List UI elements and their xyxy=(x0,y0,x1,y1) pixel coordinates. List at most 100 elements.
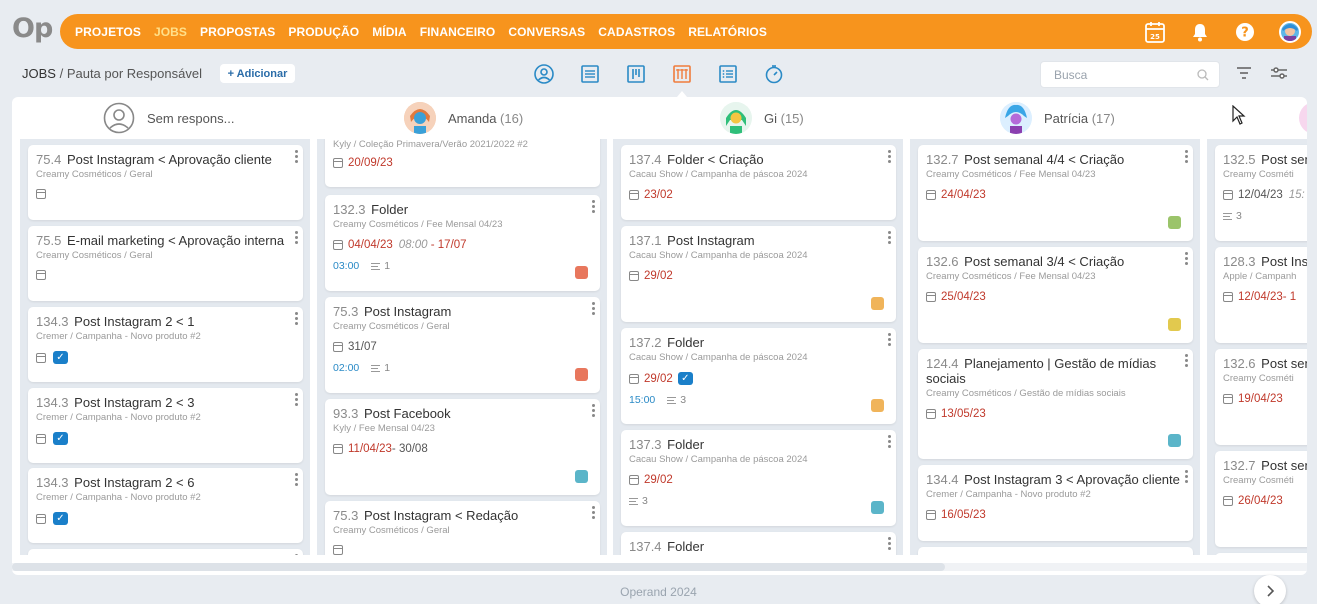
more-options-icon[interactable] xyxy=(295,150,298,165)
more-options-icon[interactable] xyxy=(888,435,891,450)
user-avatar[interactable] xyxy=(1278,20,1302,44)
job-title: E-mail marketing < Aprovação interna xyxy=(66,233,285,248)
job-card[interactable]: 137.2 Folder Cacau Show / Campanha de pá… xyxy=(621,328,896,424)
calendar-icon[interactable]: 25 xyxy=(1143,20,1167,44)
scrollbar-thumb[interactable] xyxy=(12,563,945,571)
timer-view-icon[interactable] xyxy=(763,63,785,85)
more-options-icon[interactable] xyxy=(592,200,595,215)
checklist-count: 3 xyxy=(680,394,687,406)
more-options-icon[interactable] xyxy=(295,393,298,408)
nav-item-financeiro[interactable]: FINANCEIRO xyxy=(420,25,496,39)
check-icon[interactable]: ✓ xyxy=(53,351,68,364)
column-header-patricia[interactable]: Patrícia (17) xyxy=(1000,97,1115,139)
check-icon[interactable]: ✓ xyxy=(53,512,68,525)
job-number: 137.4 xyxy=(629,152,662,167)
job-card[interactable]: 132.7 Post sem Creamy Cosméti 26/04/23 xyxy=(1215,451,1307,547)
job-card[interactable]: 75.3 Post Instagram < Redação Creamy Cos… xyxy=(325,501,600,555)
more-options-icon[interactable] xyxy=(592,404,595,419)
calendar-icon xyxy=(926,190,936,200)
job-card[interactable]: 134.3 Post Instagram 2 < 3 Cremer / Camp… xyxy=(28,388,303,463)
more-options-icon[interactable] xyxy=(1185,470,1188,485)
job-card[interactable]: 124.4 Planejamento | Gestão de mídias so… xyxy=(918,349,1193,459)
nav-item-midia[interactable]: MÍDIA xyxy=(372,25,407,39)
check-icon[interactable]: ✓ xyxy=(677,372,693,385)
mouse-cursor-icon xyxy=(1232,104,1246,130)
job-card[interactable] xyxy=(28,549,303,555)
more-options-icon[interactable] xyxy=(295,312,298,327)
checklist-view-icon[interactable] xyxy=(717,63,739,85)
columns-view-icon[interactable] xyxy=(671,63,693,97)
column-header-amanda[interactable]: Amanda (16) xyxy=(404,97,523,139)
nav-item-cadastros[interactable]: CADASTROS xyxy=(598,25,675,39)
person-view-icon[interactable] xyxy=(533,63,555,85)
help-icon[interactable]: ? xyxy=(1233,20,1257,44)
breadcrumb-root[interactable]: JOBS xyxy=(22,66,56,81)
job-card[interactable]: 132.3 Folder Creamy Cosméticos / Fee Men… xyxy=(325,195,600,291)
list-view-icon[interactable] xyxy=(579,63,601,85)
job-client: Cremer / Campanha - Novo produto #2 xyxy=(36,412,201,423)
more-options-icon[interactable] xyxy=(1185,252,1188,267)
more-options-icon[interactable] xyxy=(1185,354,1188,369)
nav-item-conversas[interactable]: CONVERSAS xyxy=(508,25,585,39)
job-number: 134.3 xyxy=(36,395,69,410)
job-card[interactable]: 137.4 Folder < Criação Cacau Show / Camp… xyxy=(621,145,896,220)
nav-item-jobs[interactable]: JOBS xyxy=(154,25,187,39)
check-icon[interactable]: ✓ xyxy=(53,432,68,445)
job-card[interactable]: 134.3 Post Instagram 2 < 6 Cremer / Camp… xyxy=(28,468,303,543)
calendar-icon xyxy=(36,270,46,280)
filter-icon[interactable] xyxy=(1236,66,1252,85)
more-options-icon[interactable] xyxy=(888,231,891,246)
job-card[interactable]: 132.7 Post semanal 4/4 < Criação Creamy … xyxy=(918,145,1193,241)
more-options-icon[interactable] xyxy=(888,150,891,165)
app-logo[interactable]: Op xyxy=(12,13,53,44)
start-date: 11/04/23 xyxy=(348,443,392,455)
job-card[interactable]: 132.6 Post semanal 3/4 < Criação Creamy … xyxy=(918,247,1193,343)
job-card[interactable] xyxy=(918,547,1193,555)
job-card[interactable]: 132.5 Post sem Creamy Cosméti 12/04/23 15… xyxy=(1215,145,1307,241)
more-options-icon[interactable] xyxy=(295,473,298,488)
board-view-icon[interactable] xyxy=(625,63,647,85)
horizontal-scrollbar[interactable] xyxy=(12,563,1307,571)
more-options-icon[interactable] xyxy=(295,231,298,246)
job-card[interactable] xyxy=(1215,553,1307,555)
job-card[interactable]: 75.4 Post Instagram < Aprovação cliente … xyxy=(28,145,303,220)
due-date: 16/05/23 xyxy=(941,509,986,521)
scroll-next-button[interactable] xyxy=(1254,575,1286,604)
due-date: 25/04/23 xyxy=(941,291,986,303)
job-card[interactable]: 132.6 Post sem Creamy Cosméti 19/04/23 xyxy=(1215,349,1307,445)
nav-item-projetos[interactable]: PROJETOS xyxy=(75,25,141,39)
nav-item-propostas[interactable]: PROPOSTAS xyxy=(200,25,275,39)
more-options-icon[interactable] xyxy=(888,333,891,348)
nav-item-relatorios[interactable]: RELATÓRIOS xyxy=(688,25,767,39)
column-header-gi[interactable]: Gi (15) xyxy=(720,97,804,139)
job-card[interactable]: 137.3 Folder Cacau Show / Campanha de pá… xyxy=(621,430,896,526)
job-card[interactable]: 93.3 Post Facebook Kyly / Fee Mensal 04/… xyxy=(325,399,600,495)
column-header-next[interactable] xyxy=(1299,97,1307,139)
search-input[interactable]: Busca xyxy=(1040,61,1220,88)
job-card[interactable]: 134.4 Post Instagram 3 < Aprovação clien… xyxy=(918,465,1193,541)
priority-tag xyxy=(1168,434,1181,447)
job-card[interactable]: 134.3 Post Instagram 2 < 1 Cremer / Camp… xyxy=(28,307,303,382)
job-card[interactable]: 137.1 Post Instagram Cacau Show / Campan… xyxy=(621,226,896,322)
more-options-icon[interactable] xyxy=(1185,150,1188,165)
calendar-icon xyxy=(36,352,46,363)
job-card[interactable]: Kyly / Coleção Primavera/Verão 2021/2022… xyxy=(325,139,600,187)
nav-item-producao[interactable]: PRODUÇÃO xyxy=(288,25,359,39)
job-card[interactable]: 75.3 Post Instagram Creamy Cosméticos / … xyxy=(325,297,600,393)
checklist-count: 1 xyxy=(384,362,391,374)
search-icon[interactable] xyxy=(1197,69,1209,84)
job-card[interactable]: 75.5 E-mail marketing < Aprovação intern… xyxy=(28,226,303,301)
more-options-icon[interactable] xyxy=(592,302,595,317)
due-date: 29/02 xyxy=(644,474,673,486)
sliders-icon[interactable] xyxy=(1270,66,1288,85)
more-options-icon[interactable] xyxy=(888,537,891,552)
add-button[interactable]: + Adicionar xyxy=(220,64,295,83)
more-options-icon[interactable] xyxy=(295,554,298,555)
column-name: Patrícia xyxy=(1044,110,1089,126)
bell-icon[interactable] xyxy=(1188,20,1212,44)
column-header-unassigned[interactable]: Sem respons... xyxy=(103,97,234,139)
job-card[interactable]: 137.4 Folder xyxy=(621,532,896,555)
job-card[interactable]: 128.3 Post Ins Apple / Campanh 12/04/23 … xyxy=(1215,247,1307,343)
more-options-icon[interactable] xyxy=(592,506,595,521)
nav-actions: 25 ? xyxy=(1122,14,1302,49)
